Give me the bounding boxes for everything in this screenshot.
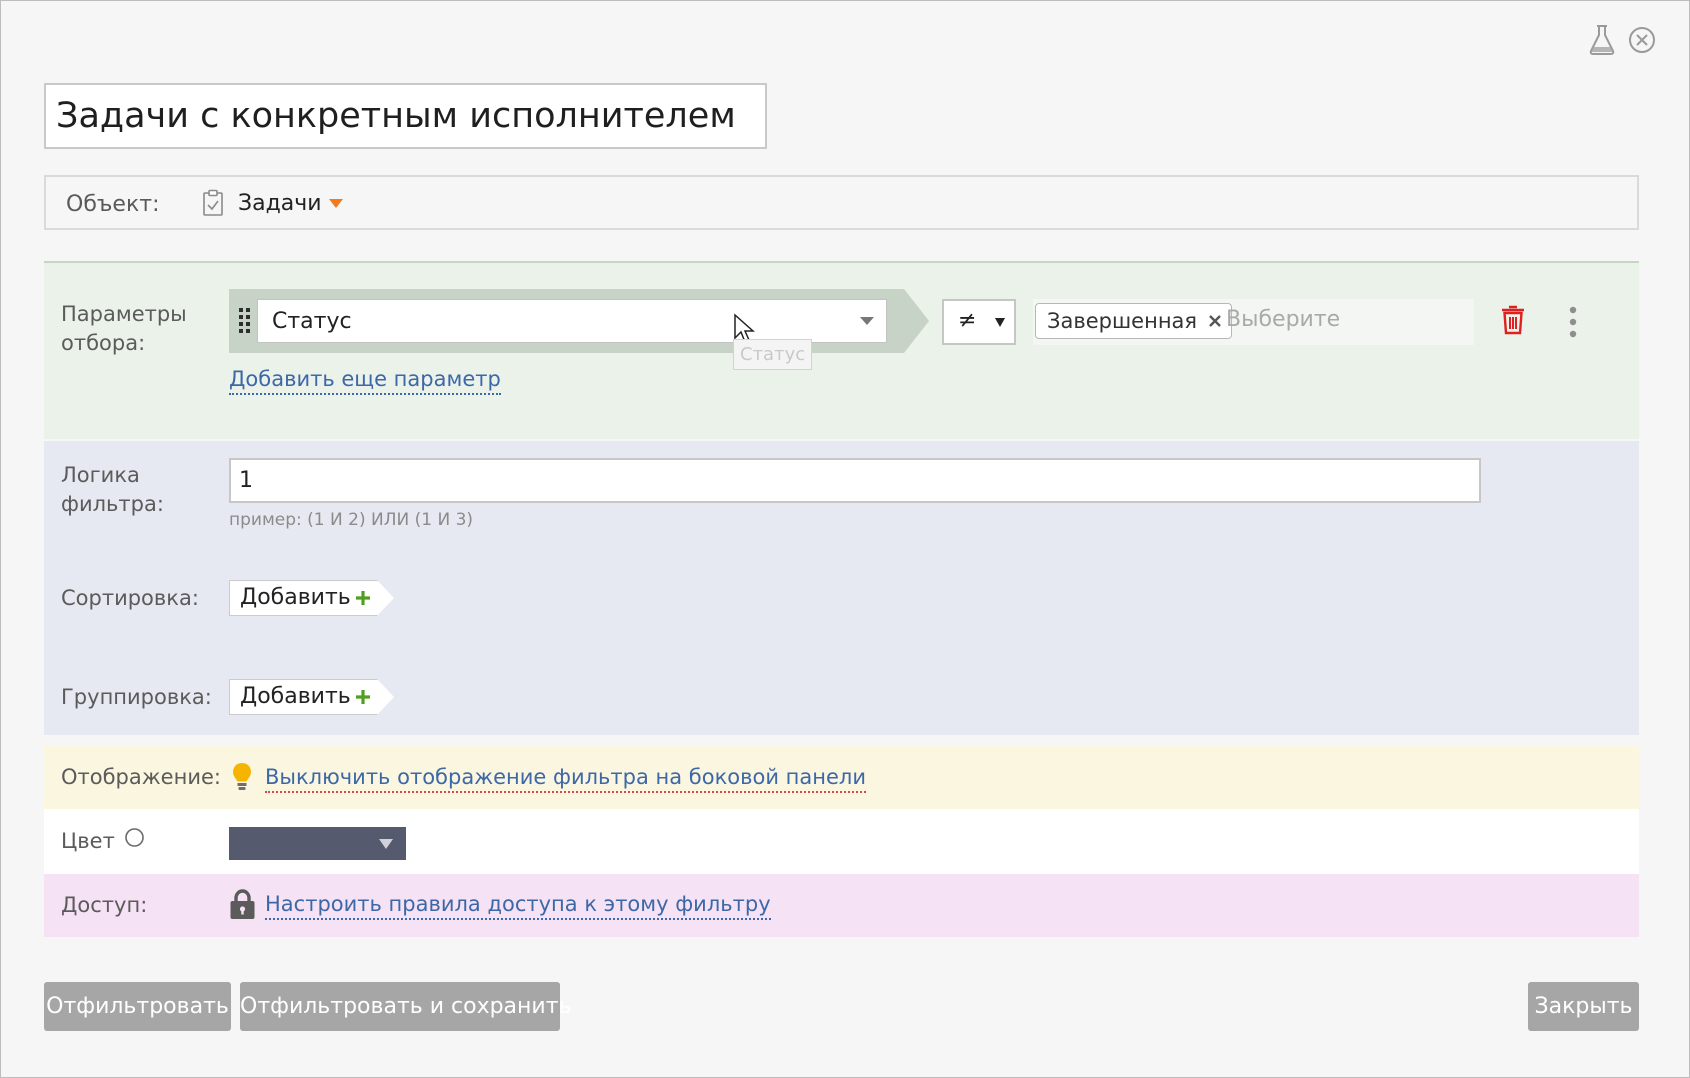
field-tooltip: Статус xyxy=(733,339,813,370)
toggle-sidebar-display-link[interactable]: Выключить отображение фильтра на боковой… xyxy=(265,764,866,793)
logic-label: Логика фильтра: xyxy=(61,463,164,516)
access-rules-link[interactable]: Настроить правила доступа к этому фильтр… xyxy=(265,891,771,920)
trash-icon[interactable] xyxy=(1500,304,1526,335)
condition-row: Статус xyxy=(229,289,929,353)
logic-section: Логика фильтра: 1 пример: (1 И 2) ИЛИ (1… xyxy=(44,441,1639,735)
display-label: Отображение: xyxy=(61,765,221,789)
radio-icon[interactable] xyxy=(124,827,145,848)
value-chip-label: Завершенная xyxy=(1047,309,1198,333)
access-row: Доступ: Настроить правила доступа к этом… xyxy=(44,874,1639,937)
color-label: Цвет xyxy=(61,829,115,853)
value-placeholder[interactable]: Выберите xyxy=(1226,307,1340,332)
add-sort-button[interactable]: Добавить xyxy=(229,580,394,616)
color-row: Цвет xyxy=(44,809,1639,874)
filter-logic-input[interactable]: 1 xyxy=(229,458,1481,503)
plus-icon xyxy=(356,690,370,704)
value-chip: Завершенная xyxy=(1035,303,1233,339)
clipboard-icon xyxy=(203,189,223,216)
color-select[interactable] xyxy=(229,827,406,860)
filter-and-save-button[interactable]: Отфильтровать и сохранить xyxy=(240,982,572,1031)
plus-icon xyxy=(356,591,370,605)
display-row: Отображение: Выключить отображение фильт… xyxy=(44,746,1639,809)
lock-icon xyxy=(230,889,255,919)
filter-dialog: Задачи с конкретным исполнителем Объект:… xyxy=(0,0,1690,1078)
field-select-value: Статус xyxy=(272,309,352,334)
params-label: Параметры отбора: xyxy=(61,302,187,355)
lightbulb-icon xyxy=(233,763,251,790)
access-label: Доступ: xyxy=(61,893,148,917)
chevron-down-icon xyxy=(379,839,393,849)
object-label: Объект: xyxy=(66,192,160,217)
add-group-label: Добавить xyxy=(240,684,351,709)
sort-label: Сортировка: xyxy=(61,586,199,610)
object-row: Объект: Задачи xyxy=(44,175,1639,230)
object-select-value[interactable]: Задачи xyxy=(238,191,322,216)
close-button[interactable]: Закрыть xyxy=(1528,982,1639,1031)
flask-icon[interactable] xyxy=(1587,23,1617,57)
add-param-link[interactable]: Добавить еще параметр xyxy=(229,366,501,395)
chevron-down-icon xyxy=(995,318,1005,327)
operator-value: ≠ xyxy=(958,308,977,333)
chevron-down-icon[interactable] xyxy=(329,199,343,208)
field-select[interactable]: Статус xyxy=(257,299,887,343)
drag-handle-icon[interactable] xyxy=(238,307,252,333)
chevron-down-icon xyxy=(860,317,874,325)
close-icon[interactable] xyxy=(1627,25,1657,55)
group-label: Группировка: xyxy=(61,685,212,709)
filter-button[interactable]: Отфильтровать xyxy=(44,982,231,1031)
remove-chip-icon[interactable] xyxy=(1207,313,1223,329)
value-multiselect[interactable]: Завершенная Выберите xyxy=(1033,299,1474,345)
logic-hint: пример: (1 И 2) ИЛИ (1 И 3) xyxy=(229,510,474,530)
filter-title-input[interactable]: Задачи с конкретным исполнителем xyxy=(44,83,767,149)
add-group-button[interactable]: Добавить xyxy=(229,679,394,715)
add-sort-label: Добавить xyxy=(240,585,351,610)
filter-params-section: Параметры отбора: Статус Статус ≠ Заверш… xyxy=(44,261,1639,439)
more-vertical-icon[interactable] xyxy=(1568,306,1578,338)
operator-select[interactable]: ≠ xyxy=(942,299,1016,345)
